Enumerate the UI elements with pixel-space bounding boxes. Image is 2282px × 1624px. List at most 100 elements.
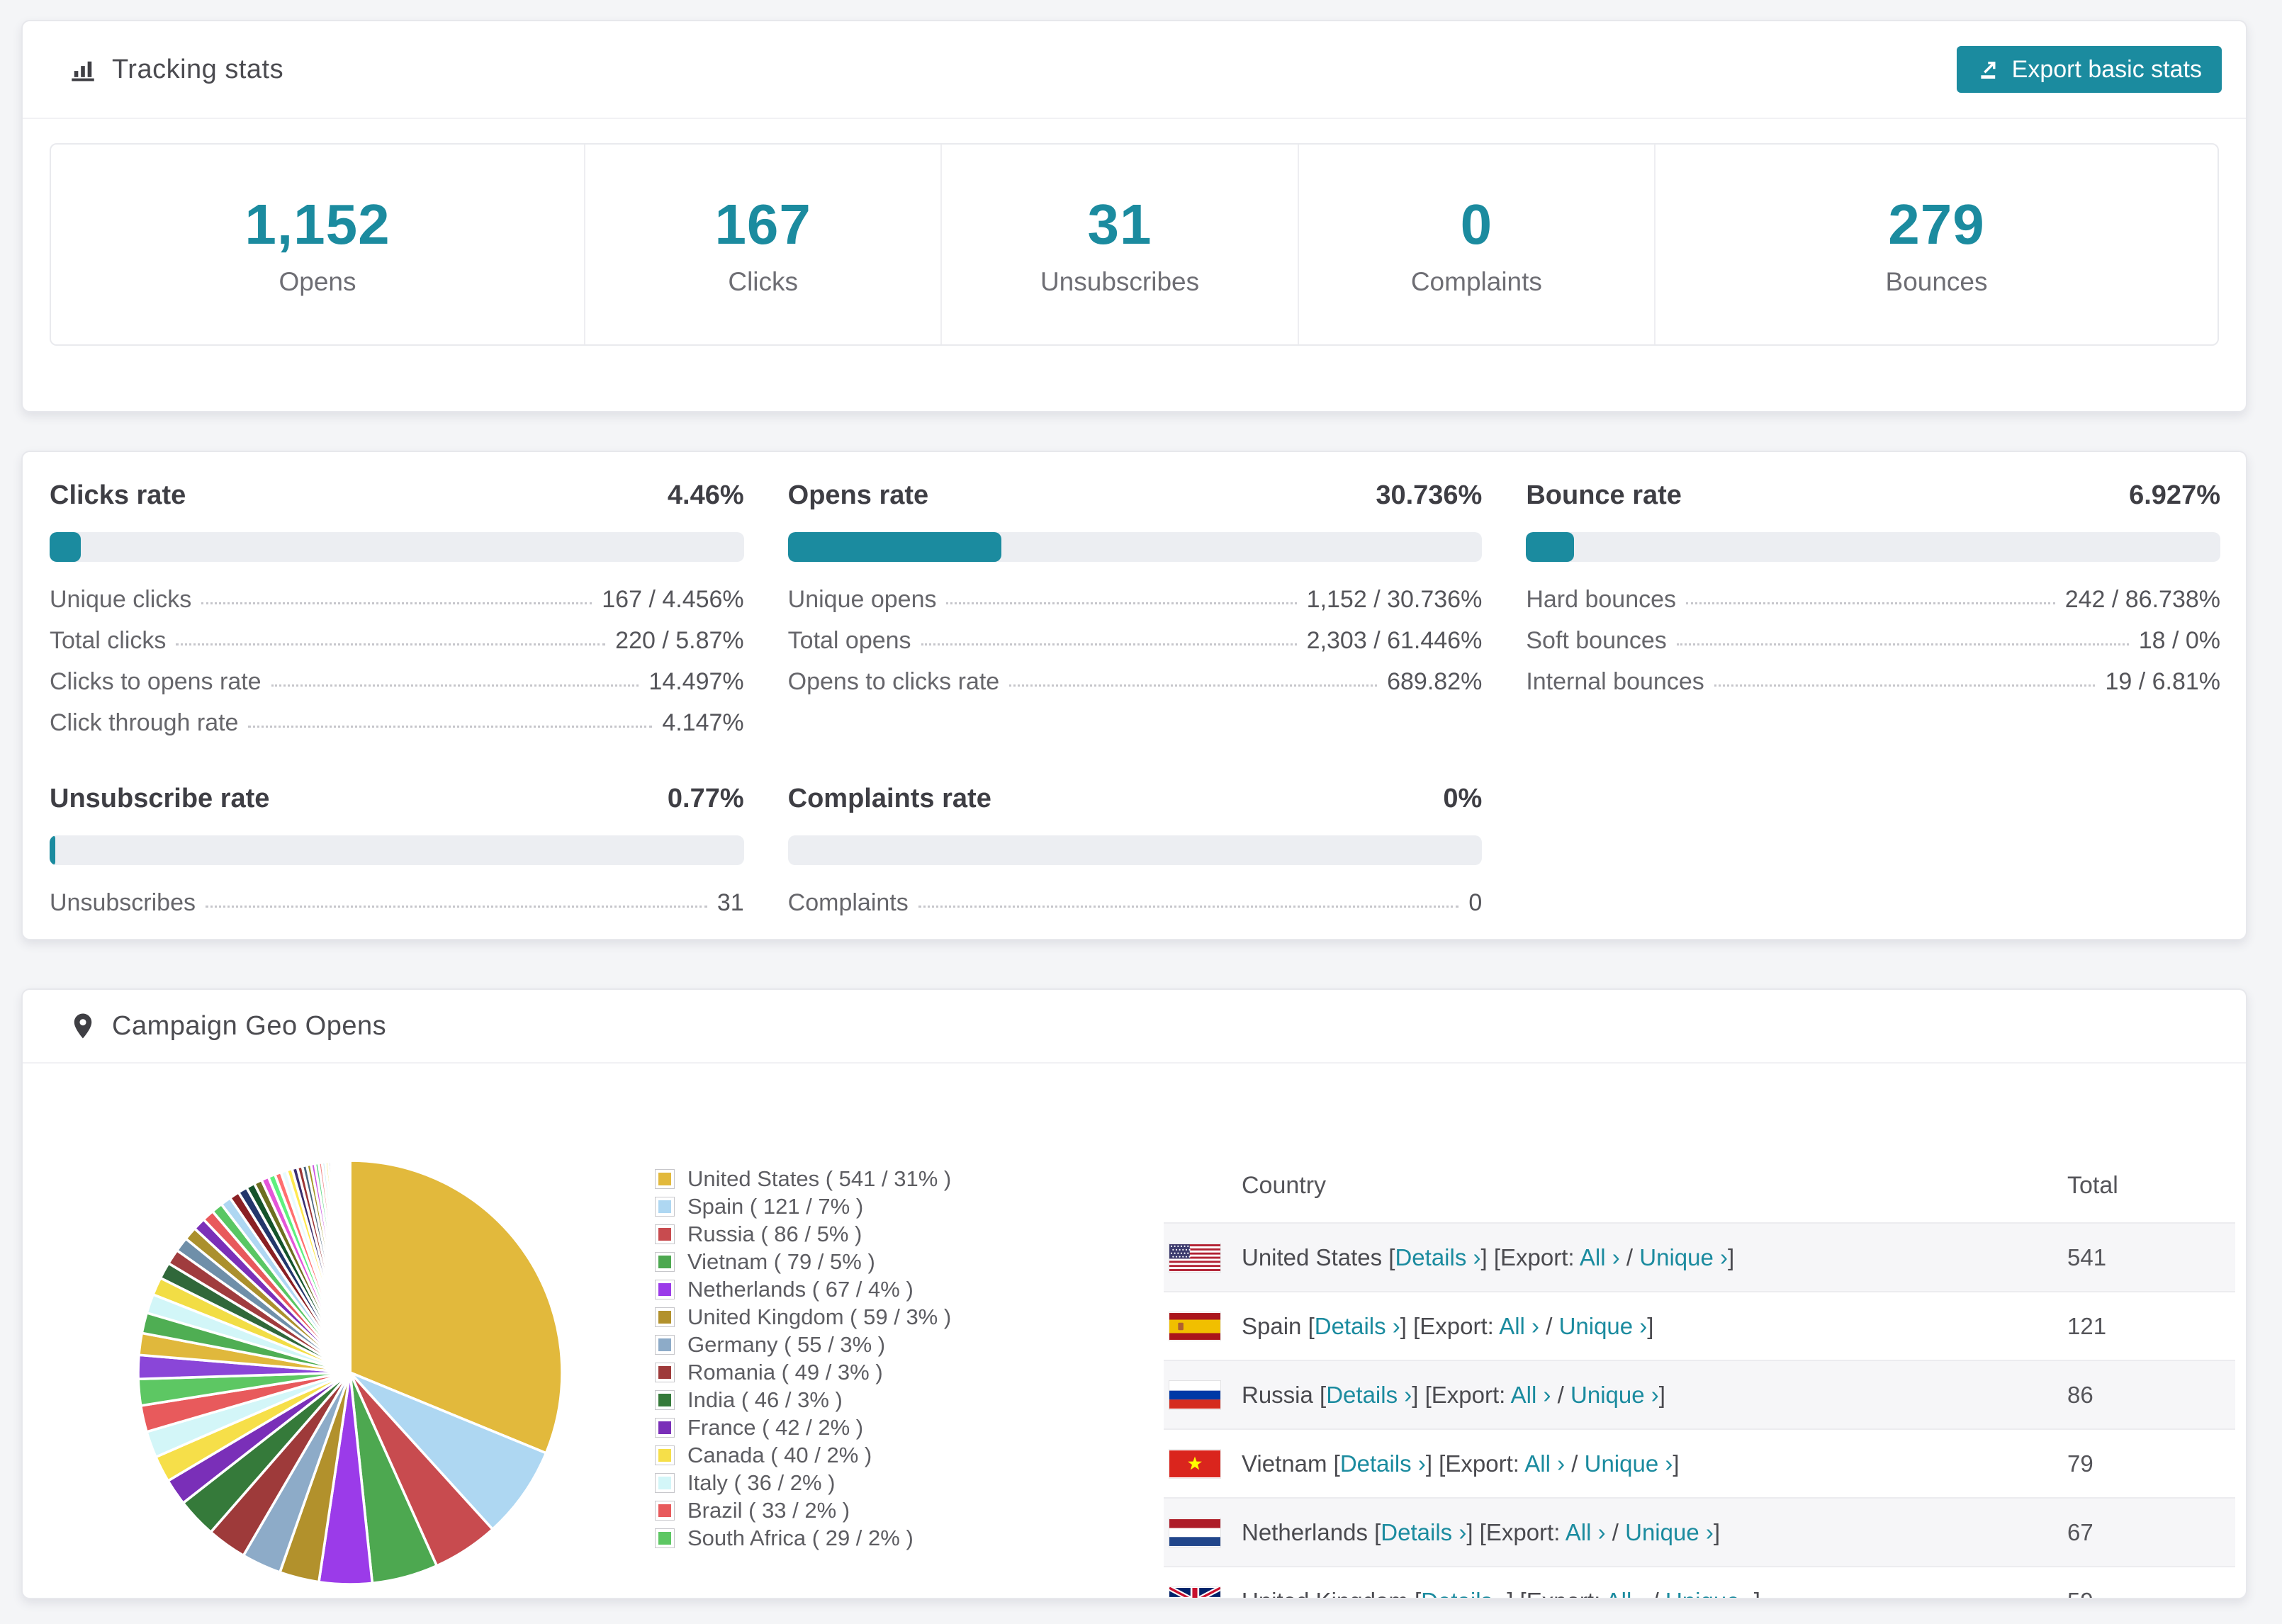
- country-name: Russia: [1242, 1381, 1313, 1408]
- details-link[interactable]: Details ›: [1326, 1382, 1412, 1408]
- export-unique-link[interactable]: Unique ›: [1559, 1313, 1648, 1339]
- rate-stat-row: Internal bounces 19 / 6.81%: [1526, 668, 2220, 695]
- dotted-leader: [921, 643, 1297, 645]
- stat-label: Clicks: [728, 267, 799, 296]
- legend-item[interactable]: Canada ( 40 / 2% ): [655, 1443, 951, 1467]
- rate-stat-label: Unique clicks: [50, 586, 192, 613]
- country-cell: Spain [Details ›] [Export: All › / Uniqu…: [1242, 1312, 1654, 1339]
- legend-item[interactable]: United States ( 541 / 31% ): [655, 1166, 951, 1191]
- legend-item[interactable]: India ( 46 / 3% ): [655, 1387, 951, 1412]
- legend-item[interactable]: Spain ( 121 / 7% ): [655, 1194, 951, 1219]
- legend-item[interactable]: France ( 42 / 2% ): [655, 1415, 951, 1440]
- rate-stat-label: Internal bounces: [1526, 668, 1704, 695]
- geo-pie-chart[interactable]: United StatesSpainRussiaVietnamNetherlan…: [136, 1158, 564, 1586]
- rate-stat-row: Soft bounces 18 / 0%: [1526, 627, 2220, 654]
- total-cell: 541: [2067, 1244, 2107, 1270]
- stat-label: Complaints: [1410, 267, 1542, 296]
- legend-item[interactable]: Netherlands ( 67 / 4% ): [655, 1277, 951, 1302]
- total-cell: 59: [2067, 1588, 2093, 1598]
- legend-label: South Africa ( 29 / 2% ): [687, 1525, 914, 1550]
- stat-value: 1,152: [244, 193, 390, 256]
- export-all-link[interactable]: All ›: [1511, 1382, 1551, 1408]
- total-cell: 121: [2067, 1312, 2107, 1339]
- legend-item[interactable]: Germany ( 55 / 3% ): [655, 1331, 951, 1357]
- legend-label: Germany ( 55 / 3% ): [687, 1331, 886, 1357]
- details-link[interactable]: Details ›: [1395, 1244, 1480, 1270]
- country-name: Netherlands: [1242, 1518, 1368, 1545]
- legend-item[interactable]: Italy ( 36 / 2% ): [655, 1470, 951, 1495]
- export-unique-link[interactable]: Unique ›: [1585, 1450, 1673, 1477]
- rate-stat-value: 4.147%: [662, 709, 744, 736]
- rate-stat-value: 242 / 86.738%: [2064, 586, 2220, 613]
- export-unique-link[interactable]: Unique ›: [1625, 1519, 1714, 1545]
- table-row: Russia [Details ›] [Export: All › / Uniq…: [1164, 1360, 2235, 1428]
- rate-title: Clicks rate: [50, 480, 186, 510]
- rate-stat-row: Opens to clicks rate 689.82%: [788, 668, 1483, 695]
- summary-stat-cell: 279 Bounces: [1656, 145, 2218, 344]
- legend-item[interactable]: Romania ( 49 / 3% ): [655, 1360, 951, 1385]
- rate-stat-row: Total opens 2,303 / 61.446%: [788, 627, 1483, 654]
- country-name: United Kingdom: [1242, 1588, 1408, 1598]
- export-all-link[interactable]: All ›: [1499, 1313, 1539, 1339]
- export-basic-stats-button[interactable]: Export basic stats: [1956, 46, 2222, 93]
- legend-swatch: [655, 1445, 675, 1465]
- export-unique-link[interactable]: Unique ›: [1665, 1588, 1754, 1598]
- legend-label: India ( 46 / 3% ): [687, 1387, 843, 1412]
- country-cell: Russia [Details ›] [Export: All › / Uniq…: [1242, 1381, 1665, 1408]
- details-link[interactable]: Details ›: [1340, 1450, 1426, 1477]
- legend-swatch: [655, 1307, 675, 1327]
- dotted-leader: [918, 906, 1459, 908]
- rate-stat-value: 31: [716, 889, 744, 916]
- export-all-link[interactable]: All ›: [1580, 1244, 1620, 1270]
- export-button-label: Export basic stats: [2011, 55, 2202, 83]
- flag-vn-icon: [1169, 1449, 1220, 1478]
- total-cell: 79: [2067, 1450, 2093, 1477]
- rate-stat-value: 0: [1468, 889, 1483, 916]
- stat-label: Bounces: [1885, 267, 1988, 296]
- rate-stat-label: Unsubscribes: [50, 889, 196, 916]
- legend-swatch: [655, 1196, 675, 1217]
- legend-item[interactable]: United Kingdom ( 59 / 3% ): [655, 1304, 951, 1329]
- legend-swatch: [655, 1528, 675, 1548]
- dotted-leader: [176, 643, 606, 645]
- country-cell: Vietnam [Details ›] [Export: All › / Uni…: [1242, 1450, 1680, 1477]
- details-link[interactable]: Details ›: [1421, 1588, 1507, 1598]
- dotted-leader: [205, 906, 707, 908]
- dotted-leader: [1686, 602, 2055, 604]
- rate-progress-bar: [50, 532, 744, 562]
- export-all-link[interactable]: All ›: [1566, 1519, 1606, 1545]
- column-header-country: Country: [1242, 1171, 1327, 1199]
- export-unique-link[interactable]: Unique ›: [1570, 1382, 1659, 1408]
- rate-stat-label: Opens to clicks rate: [787, 668, 1000, 695]
- bar-chart-icon: [68, 55, 98, 84]
- rate-stat-row: Hard bounces 242 / 86.738%: [1526, 586, 2220, 613]
- rate-progress-bar: [50, 835, 744, 865]
- export-unique-link[interactable]: Unique ›: [1639, 1244, 1728, 1270]
- legend-item[interactable]: Brazil ( 33 / 2% ): [655, 1498, 951, 1523]
- flag-us-icon: [1169, 1243, 1220, 1272]
- legend-item[interactable]: South Africa ( 29 / 2% ): [655, 1525, 951, 1550]
- legend-item[interactable]: Russia ( 86 / 5% ): [655, 1222, 951, 1246]
- legend-swatch: [655, 1334, 675, 1355]
- legend-swatch: [655, 1500, 675, 1521]
- rate-stat-value: 1,152 / 30.736%: [1306, 586, 1483, 613]
- dotted-leader: [946, 602, 1297, 604]
- rate-stat-value: 19 / 6.81%: [2105, 668, 2220, 695]
- rate-value: 0.77%: [667, 784, 744, 813]
- dotted-leader: [201, 602, 592, 604]
- flag-nl-icon: [1169, 1518, 1220, 1547]
- legend-item[interactable]: Vietnam ( 79 / 5% ): [655, 1249, 951, 1274]
- stat-value: 0: [1460, 193, 1493, 256]
- campaign-geo-opens-card: Campaign Geo Opens United States Spain Rus…: [21, 988, 2247, 1599]
- summary-stat-cell: 31 Unsubscribes: [942, 145, 1299, 344]
- export-all-link[interactable]: All ›: [1606, 1588, 1646, 1598]
- details-link[interactable]: Details ›: [1315, 1313, 1400, 1339]
- rate-progress-bar: [787, 532, 1483, 562]
- details-link[interactable]: Details ›: [1381, 1519, 1466, 1545]
- export-all-link[interactable]: All ›: [1524, 1450, 1565, 1477]
- rate-progress-bar: [1526, 532, 2220, 562]
- geo-body: United States Spain Russia Vietnam Netherlan…: [23, 1064, 2246, 1598]
- rate-progress-fill: [787, 532, 1001, 562]
- stat-value: 31: [1087, 193, 1152, 256]
- rate-progress-fill: [50, 835, 55, 865]
